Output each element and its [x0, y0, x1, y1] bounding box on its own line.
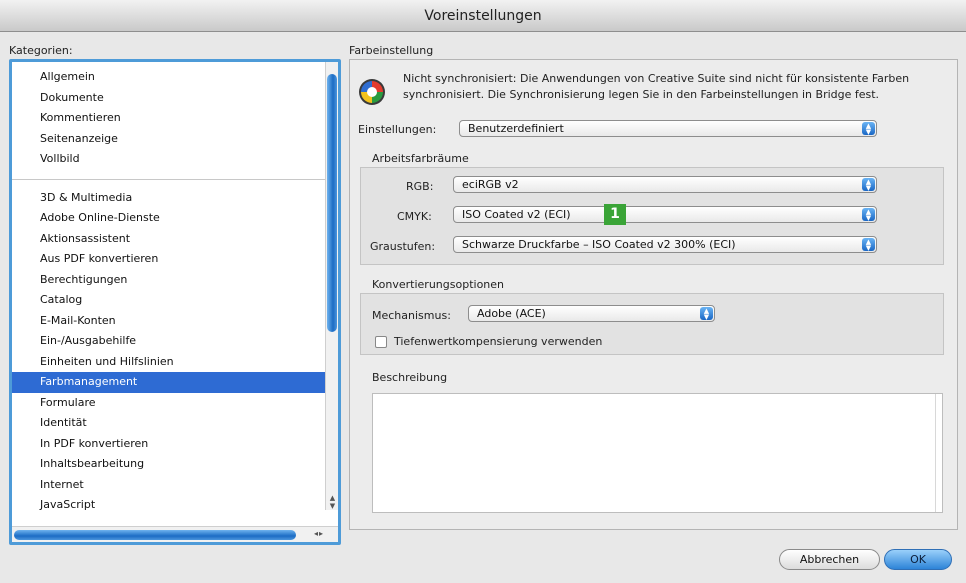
categories-list: Allgemein Dokumente Kommentieren Seitena… [12, 67, 326, 516]
popup-arrows-icon: ▲ ▼ [862, 238, 875, 252]
categories-list-panel: Allgemein Dokumente Kommentieren Seitena… [9, 59, 341, 545]
categories-label: Kategorien: [9, 44, 73, 57]
mechanismus-select-value: Adobe (ACE) [477, 307, 546, 320]
tiefenwertkompensierung-checkbox[interactable] [375, 336, 387, 348]
ok-button[interactable]: OK [884, 549, 952, 570]
categories-horizontal-scrollbar[interactable]: ◂▸ [12, 526, 338, 542]
category-item-internet[interactable]: Internet [12, 475, 326, 496]
scroll-left-right-arrows-icon[interactable]: ◂▸ [314, 529, 324, 538]
cmyk-select-value: ISO Coated v2 (ECI) [462, 208, 571, 221]
popup-arrows-icon: ▲ ▼ [700, 307, 713, 321]
category-item-formulare[interactable]: Formulare [12, 393, 326, 414]
settings-select-value: Benutzerdefiniert [468, 122, 564, 135]
arbeitsfarbraeume-title: Arbeitsfarbräume [372, 152, 469, 165]
category-item-kommentieren[interactable]: Kommentieren [12, 108, 326, 129]
popup-arrows-icon: ▲ ▼ [862, 122, 875, 136]
category-item-3d-multimedia[interactable]: 3D & Multimedia [12, 188, 326, 209]
vertical-scroll-thumb[interactable] [327, 74, 337, 332]
settings-select[interactable]: Benutzerdefiniert ▲ ▼ [459, 120, 877, 137]
popup-arrows-icon: ▲ ▼ [862, 178, 875, 192]
cancel-button[interactable]: Abbrechen [779, 549, 880, 570]
tiefenwertkompensierung-label[interactable]: Tiefenwertkompensierung verwenden [394, 335, 602, 348]
category-item-einheiten-hilfslinien[interactable]: Einheiten und Hilfslinien [12, 352, 326, 373]
scroll-up-arrow-icon[interactable]: ▲ [328, 494, 337, 502]
description-scroll-track [935, 394, 936, 512]
cmyk-select[interactable]: ISO Coated v2 (ECI) ▲ ▼ [453, 206, 877, 223]
color-sync-icon [359, 79, 385, 105]
graustufen-select[interactable]: Schwarze Druckfarbe – ISO Coated v2 300%… [453, 236, 877, 253]
category-item-ein-ausgabehilfe[interactable]: Ein-/Ausgabehilfe [12, 331, 326, 352]
settings-label: Einstellungen: [358, 123, 437, 136]
category-item-dokumente[interactable]: Dokumente [12, 88, 326, 109]
category-item-catalog[interactable]: Catalog [12, 290, 326, 311]
category-item-allgemein[interactable]: Allgemein [12, 67, 326, 88]
category-item-berechtigungen[interactable]: Berechtigungen [12, 270, 326, 291]
description-box [372, 393, 943, 513]
category-item-vollbild[interactable]: Vollbild [12, 149, 326, 170]
categories-vertical-scrollbar[interactable]: ▲ ▼ [325, 62, 338, 510]
rgb-select-value: eciRGB v2 [462, 178, 519, 191]
cmyk-label: CMYK: [397, 210, 432, 223]
category-item-identitaet[interactable]: Identität [12, 413, 326, 434]
popup-arrows-icon: ▲ ▼ [862, 208, 875, 222]
category-item-farbmanagement[interactable]: Farbmanagement [12, 372, 326, 393]
horizontal-scroll-thumb[interactable] [14, 530, 296, 540]
konvertierungsoptionen-title: Konvertierungsoptionen [372, 278, 505, 291]
category-item-seitenanzeige[interactable]: Seitenanzeige [12, 129, 326, 150]
category-item-adobe-online-dienste[interactable]: Adobe Online-Dienste [12, 208, 326, 229]
category-item-aktionsassistent[interactable]: Aktionsassistent [12, 229, 326, 250]
category-item-email-konten[interactable]: E-Mail-Konten [12, 311, 326, 332]
category-item-in-pdf-konvertieren[interactable]: In PDF konvertieren [12, 434, 326, 455]
window-title: Voreinstellungen [424, 8, 542, 24]
annotation-badge: 1 [604, 204, 626, 225]
mechanismus-label: Mechanismus: [372, 309, 451, 322]
graustufen-select-value: Schwarze Druckfarbe – ISO Coated v2 300%… [462, 238, 736, 251]
category-item-javascript[interactable]: JavaScript [12, 495, 326, 516]
sync-status-message: Nicht synchronisiert: Die Anwendungen vo… [403, 72, 910, 101]
graustufen-label: Graustufen: [370, 240, 436, 253]
beschreibung-title: Beschreibung [372, 371, 448, 384]
scroll-down-arrow-icon[interactable]: ▼ [328, 502, 337, 510]
rgb-label: RGB: [406, 180, 434, 193]
window-title-bar: Voreinstellungen [0, 0, 966, 32]
category-item-aus-pdf-konvertieren[interactable]: Aus PDF konvertieren [12, 249, 326, 270]
rgb-select[interactable]: eciRGB v2 ▲ ▼ [453, 176, 877, 193]
category-separator [12, 178, 326, 180]
farbeinstellung-label: Farbeinstellung [349, 44, 434, 57]
mechanismus-select[interactable]: Adobe (ACE) ▲ ▼ [468, 305, 715, 322]
category-item-inhaltsbearbeitung[interactable]: Inhaltsbearbeitung [12, 454, 326, 475]
